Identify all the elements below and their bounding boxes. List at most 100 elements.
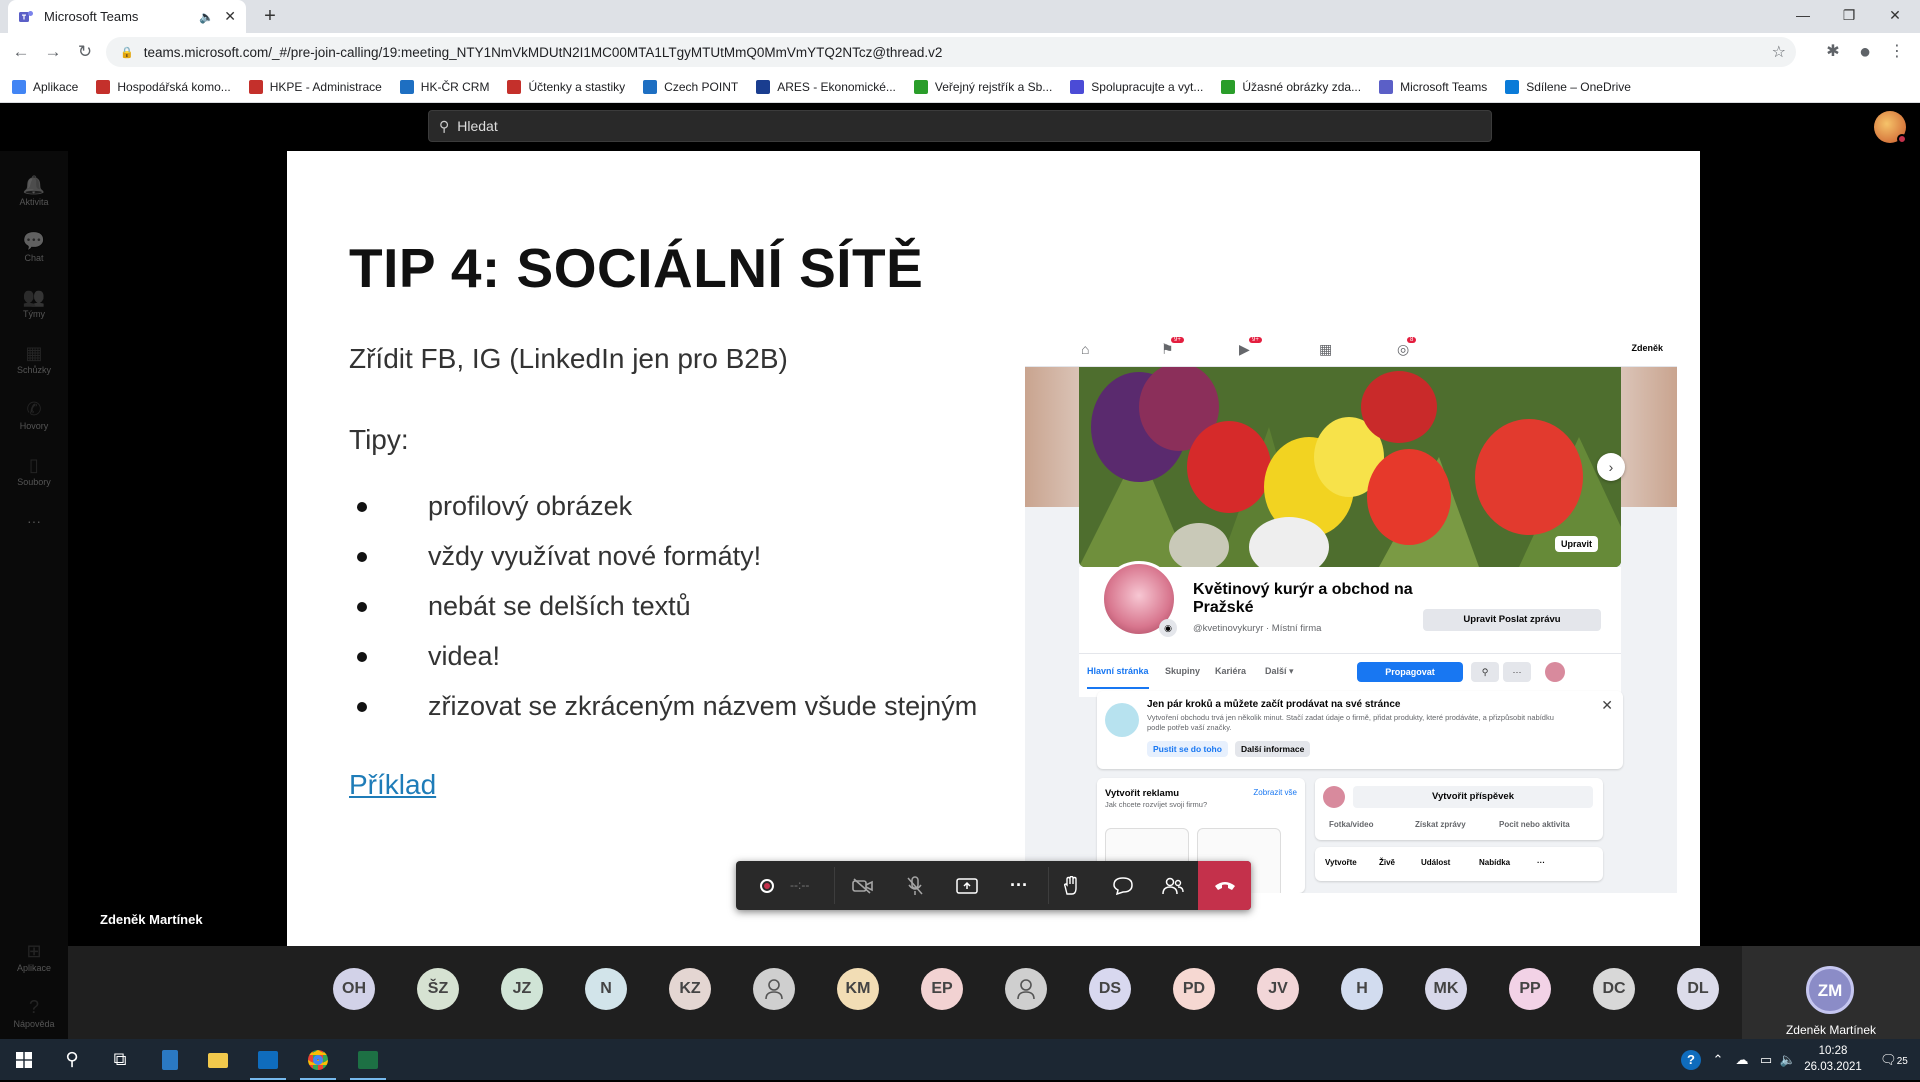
rail-bottom-item-0[interactable]: ⊞ Aplikace [0,939,68,991]
raise-hand-button[interactable] [1046,861,1096,910]
fb-tabs: Hlavní stránka Skupiny Kariéra Další ▾ P… [1079,653,1621,689]
rail-item-5[interactable]: ▯ Soubory [0,453,68,505]
restore-button[interactable]: ❐ [1826,0,1872,30]
rail-item-3[interactable]: ▦ Schůzky [0,341,68,393]
bookmark-item[interactable]: Czech POINT [643,79,739,94]
slide-bullet: nebát se delších textů [357,581,977,631]
rail-more-button[interactable]: ··· [0,509,68,561]
self-video-tile[interactable]: ZM Zdeněk Martínek [1742,946,1920,1039]
outlook-icon[interactable] [244,1039,292,1080]
rail-item-0[interactable]: 🔔 Aktivita [0,173,68,225]
bookmark-item[interactable]: Úžasné obrázky zda... [1221,79,1361,94]
participant-avatar[interactable]: H [1341,968,1383,1010]
participant-avatar[interactable]: DC [1593,968,1635,1010]
menu-icon[interactable]: ⋮ [1886,41,1908,63]
help-tray-icon[interactable]: ? [1676,1039,1706,1080]
fb-cover-photo [1079,367,1621,567]
forward-icon[interactable]: → [40,39,66,65]
self-avatar: ZM [1806,966,1854,1014]
rail-item-1[interactable]: 💬 Chat [0,229,68,281]
participant-avatar[interactable]: KM [837,968,879,1010]
bookmark-item[interactable]: Microsoft Teams [1379,79,1487,94]
tab-audio-icon[interactable]: 🔈 [199,10,214,24]
network-icon[interactable]: ▭ [1754,1039,1778,1080]
fb-page-handle: @kvetinovykuryr · Místní firma [1193,623,1322,634]
participant-avatar[interactable]: N [585,968,627,1010]
fb-page-name: Květinový kurýr a obchod na Pražské [1193,581,1413,616]
task-view-icon[interactable]: ⧉ [96,1039,144,1080]
search-icon: ⚲ [439,117,450,134]
close-window-button[interactable]: ✕ [1872,0,1918,30]
file-explorer-icon[interactable] [194,1039,242,1080]
extensions-icon[interactable]: ✱ [1822,41,1844,63]
show-hidden-icon[interactable]: ⌃ [1706,1039,1730,1080]
participant-avatar[interactable]: OH [333,968,375,1010]
participant-avatar[interactable]: MK [1425,968,1467,1010]
rail-item-2[interactable]: 👥 Týmy [0,285,68,337]
fb-create-option: Živě [1379,858,1396,867]
search-input[interactable]: ⚲ Hledat [428,110,1492,142]
fb-notice-start: Pustit se do toho [1147,741,1228,757]
bookmark-item[interactable]: ARES - Ekonomické... [756,79,896,94]
back-icon[interactable]: ← [8,39,34,65]
reload-icon[interactable]: ↻ [72,39,98,65]
excel-icon[interactable] [344,1039,392,1080]
participant-avatar[interactable]: JZ [501,968,543,1010]
participant-avatar[interactable]: PP [1509,968,1551,1010]
profile-avatar[interactable] [1874,111,1907,144]
bookmark-item[interactable]: Veřejný rejstřík a Sb... [913,79,1052,94]
start-button[interactable] [0,1039,48,1080]
record-button[interactable] [742,861,792,910]
bookmark-item[interactable]: Spolupracujte a vyt... [1070,79,1203,94]
share-screen-button[interactable] [942,861,992,910]
bookmark-item[interactable]: HKPE - Administrace [248,79,382,94]
mic-off-button[interactable] [890,861,940,910]
camera-off-button[interactable] [838,861,888,910]
bookmark-item[interactable]: Hospodářská komo... [96,79,231,94]
chrome-icon[interactable] [294,1039,342,1080]
search-taskbar-icon[interactable]: ⚲ [48,1039,96,1080]
new-tab-button[interactable]: + [258,4,282,28]
minimize-button[interactable]: — [1780,0,1826,30]
bookmark-item[interactable]: HK-ČR CRM [399,79,489,94]
participant-avatar[interactable]: KZ [669,968,711,1010]
participants-button[interactable] [1148,861,1198,910]
participant-avatar[interactable]: JV [1257,968,1299,1010]
url-text: teams.microsoft.com/_#/pre-join-calling/… [143,44,943,60]
participant-avatar[interactable]: ŠZ [417,968,459,1010]
calculator-icon[interactable] [146,1039,194,1080]
participant-avatar[interactable] [1005,968,1047,1010]
rail-item-4[interactable]: ✆ Hovory [0,397,68,449]
bookmark-label: Účtenky a stastiky [528,79,626,94]
chat-button[interactable] [1098,861,1148,910]
person-icon [765,978,783,999]
fb-store-icon: ▦ [1319,341,1333,357]
bookmark-item[interactable]: Sdílene – OneDrive [1505,79,1631,94]
participant-avatar[interactable]: DL [1677,968,1719,1010]
clock-date: 26.03.2021 [1804,1061,1862,1073]
participant-avatar[interactable] [753,968,795,1010]
notifications-button[interactable]: 🗨25 [1874,1039,1914,1080]
bookmark-label: Czech POINT [664,79,739,94]
tab-close-icon[interactable]: ✕ [224,8,236,25]
fb-post-avatar [1323,786,1345,808]
more-actions-button[interactable]: ··· [994,861,1044,910]
slide-tips-heading: Tipy: [349,424,409,455]
help-icon: ? [28,997,39,1017]
bookmark-item[interactable]: Aplikace [12,79,78,94]
participant-avatar[interactable]: DS [1089,968,1131,1010]
participant-avatar[interactable]: EP [921,968,963,1010]
hang-up-button[interactable] [1198,861,1251,910]
participant-avatar[interactable]: PD [1173,968,1215,1010]
volume-icon[interactable]: 🔈 [1776,1039,1800,1080]
notifications-count: 25 [1896,1056,1908,1067]
onedrive-icon[interactable]: ☁ [1730,1039,1754,1080]
teams-icon: 👥 [22,287,46,307]
example-link[interactable]: Příklad [349,769,436,801]
profile-icon[interactable]: ● [1854,41,1876,63]
browser-tab[interactable]: Microsoft Teams 🔈 ✕ [8,0,246,33]
address-bar[interactable]: 🔒 teams.microsoft.com/_#/pre-join-callin… [106,37,1796,67]
clock[interactable]: 10:28 26.03.2021 [1798,1043,1868,1075]
bookmark-star-icon[interactable]: ☆ [1772,42,1786,62]
bookmark-item[interactable]: Účtenky a stastiky [507,79,626,94]
